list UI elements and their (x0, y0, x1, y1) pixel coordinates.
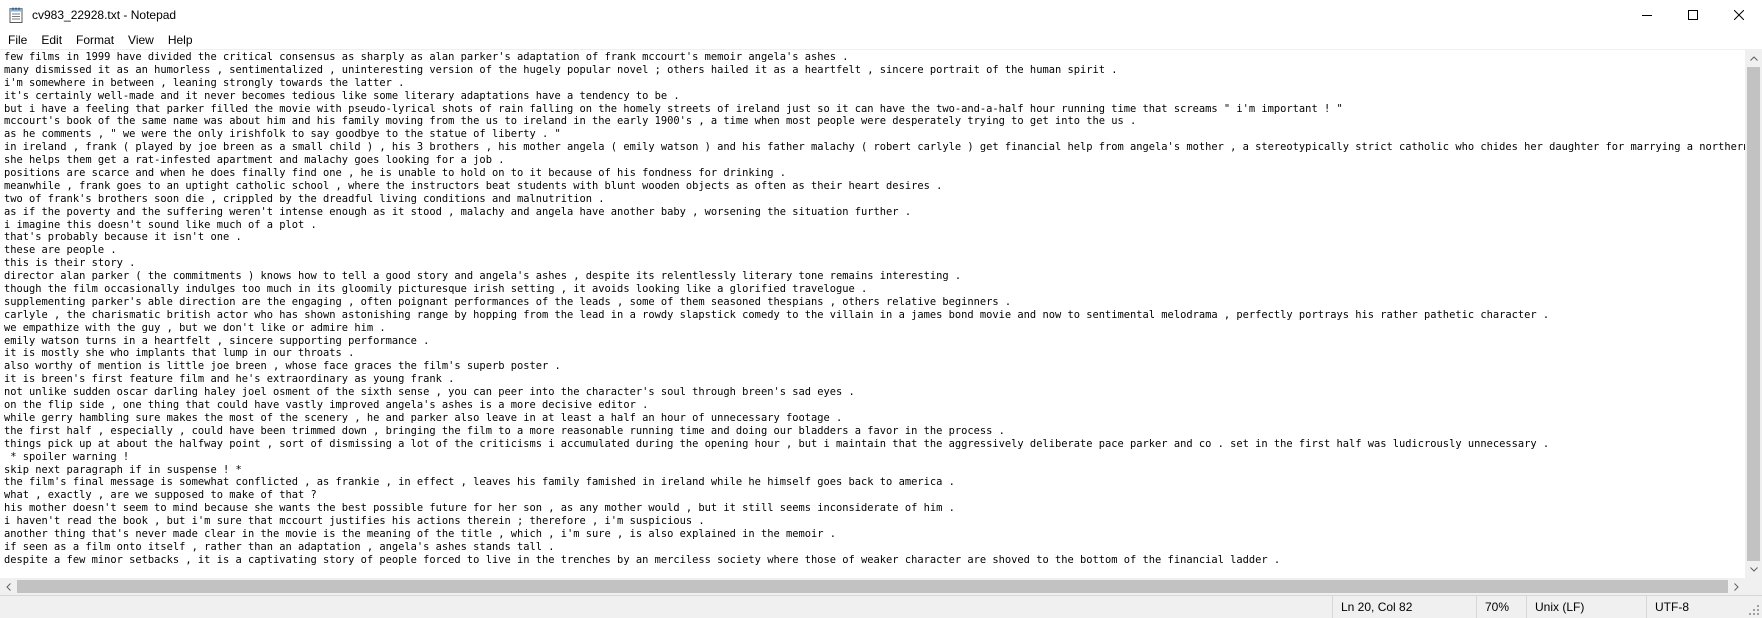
text-line[interactable]: but i have a feeling that parker filled … (4, 103, 1745, 116)
text-line[interactable]: his mother doesn't seem to mind because … (4, 502, 1745, 515)
maximize-icon (1688, 10, 1698, 20)
minimize-button[interactable] (1624, 0, 1670, 30)
status-bar: Ln 20, Col 82 70% Unix (LF) UTF-8 (0, 595, 1762, 618)
resize-grip-icon[interactable] (1748, 604, 1760, 616)
scroll-up-button[interactable] (1745, 50, 1762, 67)
text-line[interactable]: meanwhile , frank goes to an uptight cat… (4, 180, 1745, 193)
vertical-scroll-thumb[interactable] (1747, 67, 1760, 561)
editor-content[interactable]: few films in 1999 have divided the criti… (0, 50, 1745, 567)
horizontal-scrollbar[interactable] (0, 578, 1745, 595)
text-line[interactable]: not unlike sudden oscar darling haley jo… (4, 386, 1745, 399)
scroll-left-button[interactable] (0, 578, 17, 595)
text-line[interactable]: few films in 1999 have divided the criti… (4, 51, 1745, 64)
cursor-position: Ln 20, Col 82 (1332, 596, 1476, 618)
window-title: cv983_22928.txt - Notepad (32, 8, 177, 22)
text-line[interactable]: another thing that's never made clear in… (4, 528, 1745, 541)
text-line[interactable]: if seen as a film onto itself , rather t… (4, 541, 1745, 554)
scroll-right-button[interactable] (1728, 578, 1745, 595)
notepad-icon (8, 7, 24, 23)
text-line[interactable]: things pick up at about the halfway poin… (4, 438, 1745, 451)
text-line[interactable]: also worthy of mention is little joe bre… (4, 360, 1745, 373)
text-line[interactable]: while gerry hambling sure makes the most… (4, 412, 1745, 425)
title-bar[interactable]: cv983_22928.txt - Notepad (0, 0, 1762, 30)
text-line[interactable]: these are people . (4, 244, 1745, 257)
text-line[interactable]: many dismissed it as an humorless , sent… (4, 64, 1745, 77)
close-icon (1734, 10, 1744, 20)
text-line[interactable]: positions are scarce and when he does fi… (4, 167, 1745, 180)
text-line[interactable]: the film's final message is somewhat con… (4, 476, 1745, 489)
minimize-icon (1642, 15, 1652, 16)
text-line[interactable]: this is their story . (4, 257, 1745, 270)
chevron-down-icon (1749, 567, 1758, 572)
zoom-level: 70% (1476, 596, 1526, 618)
vertical-scrollbar[interactable] (1745, 50, 1762, 578)
text-line[interactable]: * spoiler warning ! (4, 451, 1745, 464)
text-line[interactable]: i'm somewhere in between , leaning stron… (4, 77, 1745, 90)
scroll-down-button[interactable] (1745, 561, 1762, 578)
chevron-up-icon (1749, 56, 1758, 61)
text-line[interactable]: that's probably because it isn't one . (4, 231, 1745, 244)
text-line[interactable]: despite a few minor setbacks , it is a c… (4, 554, 1745, 567)
text-line[interactable]: she helps them get a rat-infested apartm… (4, 154, 1745, 167)
menu-edit[interactable]: Edit (34, 30, 69, 50)
menu-file[interactable]: File (1, 30, 34, 50)
text-line[interactable]: in ireland , frank ( played by joe breen… (4, 141, 1745, 154)
menu-bar: File Edit Format View Help (0, 30, 1762, 50)
text-line[interactable]: carlyle , the charismatic british actor … (4, 309, 1745, 322)
line-ending: Unix (LF) (1526, 596, 1646, 618)
text-line[interactable]: mccourt's book of the same name was abou… (4, 115, 1745, 128)
chevron-left-icon (6, 582, 11, 591)
close-button[interactable] (1716, 0, 1762, 30)
encoding: UTF-8 (1646, 596, 1746, 618)
menu-help[interactable]: Help (161, 30, 200, 50)
text-line[interactable]: what , exactly , are we supposed to make… (4, 489, 1745, 502)
text-line[interactable]: it is mostly she who implants that lump … (4, 347, 1745, 360)
scrollbar-corner (1745, 578, 1762, 595)
menu-format[interactable]: Format (69, 30, 121, 50)
text-line[interactable]: supplementing parker's able direction ar… (4, 296, 1745, 309)
maximize-button[interactable] (1670, 0, 1716, 30)
text-line[interactable]: it's certainly well-made and it never be… (4, 90, 1745, 103)
text-line[interactable]: we empathize with the guy , but we don't… (4, 322, 1745, 335)
horizontal-scroll-thumb[interactable] (17, 580, 1728, 593)
chevron-right-icon (1734, 582, 1739, 591)
text-line[interactable]: i haven't read the book , but i'm sure t… (4, 515, 1745, 528)
text-line[interactable]: as he comments , " we were the only iris… (4, 128, 1745, 141)
text-line[interactable]: on the flip side , one thing that could … (4, 399, 1745, 412)
text-line[interactable]: the first half , especially , could have… (4, 425, 1745, 438)
text-line[interactable]: though the film occasionally indulges to… (4, 283, 1745, 296)
text-line[interactable]: director alan parker ( the commitments )… (4, 270, 1745, 283)
text-line[interactable]: emily watson turns in a heartfelt , sinc… (4, 335, 1745, 348)
text-line[interactable]: skip next paragraph if in suspense ! * (4, 464, 1745, 477)
window-controls (1624, 0, 1762, 30)
text-line[interactable]: two of frank's brothers soon die , cripp… (4, 193, 1745, 206)
menu-view[interactable]: View (121, 30, 161, 50)
text-line[interactable]: as if the poverty and the suffering were… (4, 206, 1745, 219)
text-line[interactable]: it is breen's first feature film and he'… (4, 373, 1745, 386)
text-editor[interactable]: few films in 1999 have divided the criti… (0, 50, 1745, 578)
text-line[interactable]: i imagine this doesn't sound like much o… (4, 219, 1745, 232)
